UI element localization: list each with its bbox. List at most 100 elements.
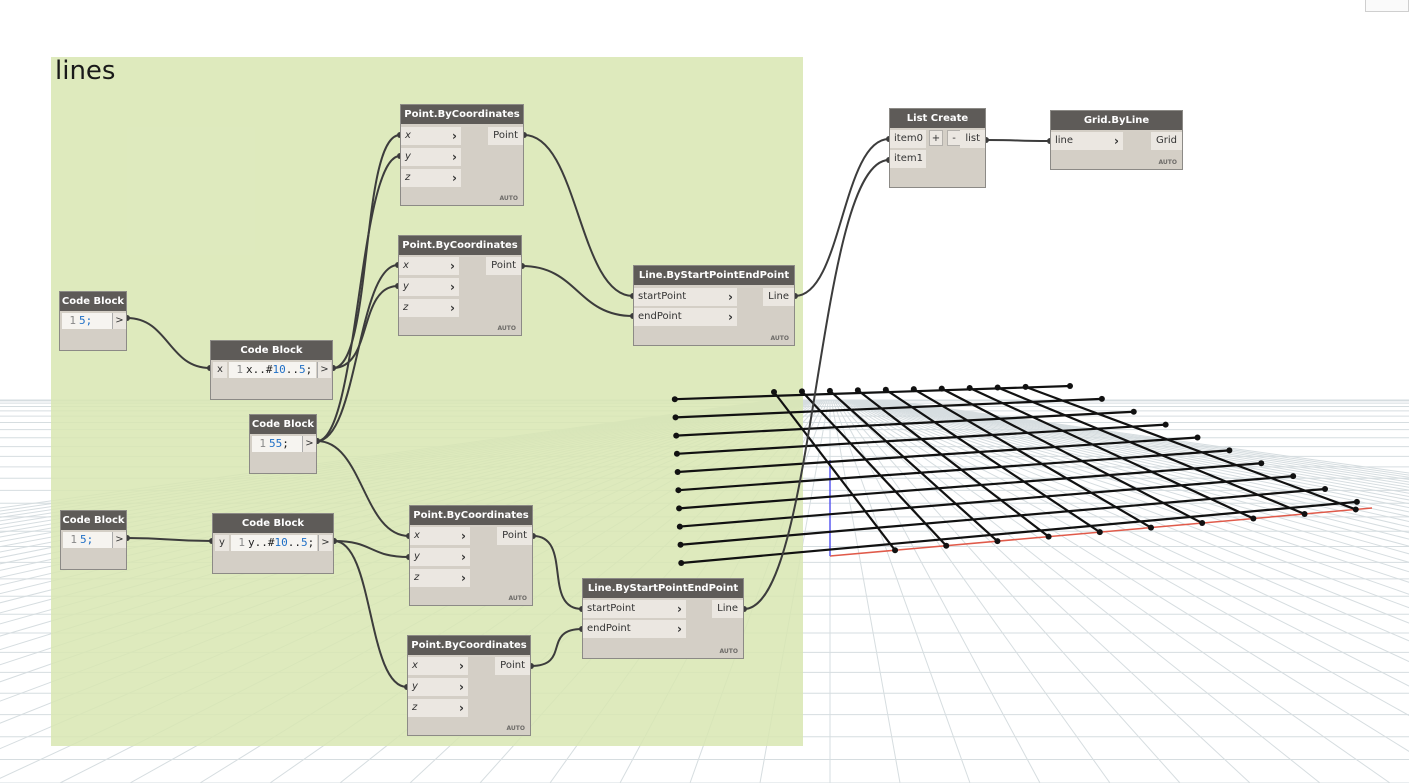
code-editor[interactable]: 1 y..#10..5; — [231, 535, 317, 551]
output-port[interactable]: Grid — [1151, 132, 1182, 150]
line-endpoint — [1290, 473, 1297, 480]
output-port[interactable]: > — [318, 535, 332, 551]
input-port-x[interactable]: x › — [399, 257, 459, 275]
code-text: 5; — [79, 314, 93, 327]
code-editor[interactable]: 1 5; — [62, 313, 112, 329]
port-label: y — [412, 681, 418, 692]
port-label: x — [403, 260, 409, 271]
input-port-z[interactable]: z › — [408, 699, 468, 717]
line-by-start-end-node[interactable]: Line.ByStartPointEndPoint startPoint › en… — [633, 265, 795, 346]
lacing-label: AUTO — [499, 195, 518, 202]
line-number: 1 — [259, 437, 266, 450]
code-editor[interactable]: 1 x..#10..5; — [229, 362, 316, 378]
input-port-x[interactable]: x › — [401, 127, 461, 145]
point-by-coordinates-node[interactable]: Point.ByCoordinates x › y › z › Point AUTO — [407, 635, 531, 736]
node-title: Code Block — [60, 292, 126, 311]
output-port[interactable]: > — [302, 436, 316, 452]
input-port-z[interactable]: z › — [399, 299, 459, 317]
code-range: .. — [287, 536, 301, 549]
port-label: x — [405, 130, 411, 141]
output-port[interactable]: list — [960, 130, 985, 148]
code-block-node[interactable]: Code Block 1 55; > — [249, 414, 317, 474]
line-endpoint — [1194, 434, 1201, 441]
lacing-label: AUTO — [770, 335, 789, 342]
input-port-start-point[interactable]: startPoint › — [583, 600, 686, 618]
input-port-x[interactable]: x › — [410, 527, 470, 545]
code-suffix: ; — [305, 363, 313, 376]
chevron-right-icon: › — [459, 701, 464, 715]
line-endpoint — [1147, 524, 1154, 531]
node-title: Point.ByCoordinates — [399, 236, 521, 255]
code-suffix: ; — [282, 437, 289, 450]
input-port-y[interactable]: y › — [408, 678, 468, 696]
output-port[interactable]: Line — [712, 600, 743, 618]
line-endpoint — [1162, 421, 1169, 428]
port-label: line — [1055, 135, 1074, 146]
input-port-x[interactable]: x — [213, 362, 227, 378]
line-number: 1 — [238, 536, 245, 549]
port-label: y — [414, 551, 420, 562]
output-port[interactable]: Point — [495, 657, 530, 675]
line-endpoint — [1130, 408, 1137, 415]
port-label: z — [412, 702, 418, 713]
view-toggle-button[interactable] — [1365, 0, 1409, 12]
list-create-node[interactable]: List Create item0 item1 + - list — [889, 108, 986, 188]
code-prefix: y..# — [248, 536, 275, 549]
code-editor[interactable]: 1 55; — [252, 436, 302, 452]
port-label: endPoint — [638, 311, 682, 322]
chevron-right-icon: › — [452, 150, 457, 164]
line-endpoint — [1067, 383, 1073, 389]
line-by-start-end-node[interactable]: Line.ByStartPointEndPoint startPoint › en… — [582, 578, 744, 659]
code-block-node[interactable]: Code Block 1 5; > — [60, 510, 127, 570]
input-port-end-point[interactable]: endPoint › — [634, 308, 737, 326]
input-port-end-point[interactable]: endPoint › — [583, 620, 686, 638]
line-endpoint — [673, 432, 680, 439]
grid-by-line-node[interactable]: Grid.ByLine line › Grid AUTO — [1050, 110, 1183, 170]
node-title: Code Block — [61, 511, 126, 530]
code-number: 5 — [299, 363, 306, 376]
input-port-y[interactable]: y › — [410, 548, 470, 566]
point-by-coordinates-node[interactable]: Point.ByCoordinates x › y › z › Point AUTO — [400, 104, 524, 206]
point-by-coordinates-node[interactable]: Point.ByCoordinates x › y › z › Point AUTO — [398, 235, 522, 336]
output-port[interactable]: Point — [488, 127, 523, 145]
output-port[interactable]: Point — [497, 527, 532, 545]
input-port-z[interactable]: z › — [410, 569, 470, 587]
line-endpoint — [1098, 395, 1105, 402]
output-port[interactable]: > — [317, 362, 331, 378]
output-port[interactable]: Point — [486, 257, 521, 275]
input-port-y[interactable]: y › — [401, 148, 461, 166]
chevron-right-icon: › — [677, 602, 682, 616]
output-port[interactable]: Line — [763, 288, 794, 306]
chevron-right-icon: › — [450, 259, 455, 273]
chevron-right-icon: › — [677, 622, 682, 636]
point-by-coordinates-node[interactable]: Point.ByCoordinates x › y › z › Point AUTO — [409, 505, 533, 606]
output-port[interactable]: > — [112, 532, 126, 548]
grid-line — [840, 399, 1391, 783]
line-endpoint — [674, 468, 681, 475]
remove-input-button[interactable]: - — [947, 130, 961, 146]
line-endpoint — [676, 523, 683, 530]
input-port-start-point[interactable]: startPoint › — [634, 288, 737, 306]
code-block-node[interactable]: Code Block 1 5; > — [59, 291, 127, 351]
code-editor[interactable]: 1 5; — [63, 532, 112, 548]
input-port-y[interactable]: y › — [399, 278, 459, 296]
code-block-node[interactable]: Code Block y 1 y..#10..5; > — [212, 513, 334, 574]
line-endpoint — [1096, 529, 1103, 536]
chevron-right-icon: › — [459, 659, 464, 673]
wire — [794, 138, 890, 297]
input-port-item1[interactable]: item1 — [890, 150, 926, 168]
lacing-label: AUTO — [497, 325, 516, 332]
input-port-line[interactable]: line › — [1051, 132, 1123, 150]
input-port-y[interactable]: y — [215, 535, 229, 551]
input-port-x[interactable]: x › — [408, 657, 468, 675]
output-port[interactable]: > — [112, 313, 126, 329]
node-title: Code Block — [211, 341, 332, 360]
lacing-label: AUTO — [719, 648, 738, 655]
code-number: 10 — [272, 363, 286, 376]
line-endpoint — [943, 542, 950, 549]
input-port-item0[interactable]: item0 — [890, 130, 926, 148]
add-input-button[interactable]: + — [929, 130, 943, 146]
line-endpoint — [1250, 515, 1257, 522]
code-block-node[interactable]: Code Block x 1 x..#10..5; > — [210, 340, 333, 400]
input-port-z[interactable]: z › — [401, 169, 461, 187]
